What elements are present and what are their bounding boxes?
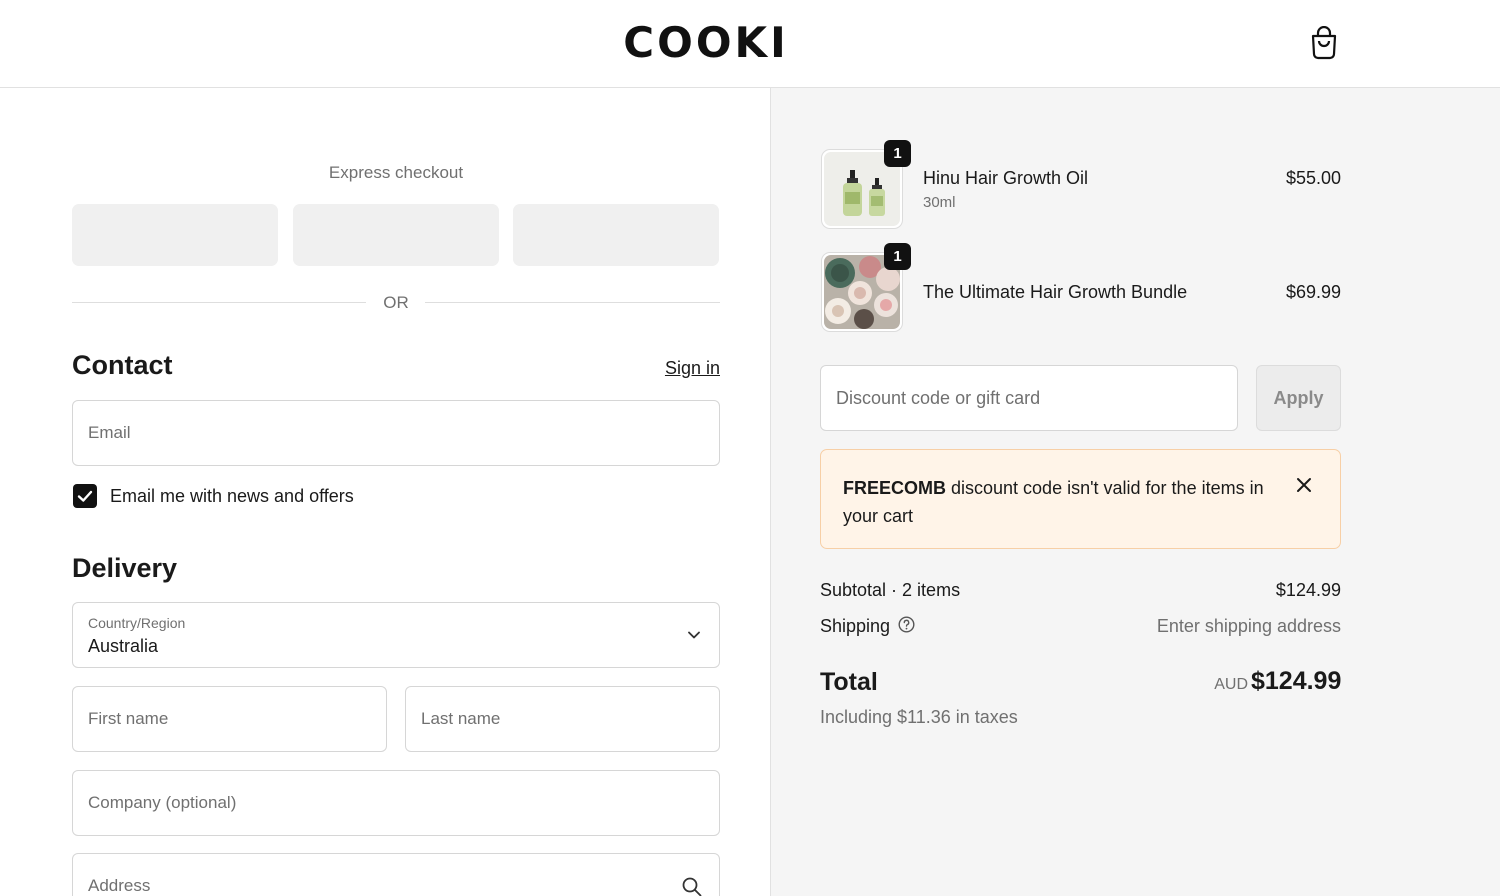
last-name-field[interactable]: Last name xyxy=(405,686,720,752)
discount-error-alert: FREECOMB discount code isn't valid for t… xyxy=(820,449,1341,549)
newsletter-label: Email me with news and offers xyxy=(110,486,354,506)
shipping-label: Shipping xyxy=(820,616,891,636)
discount-code-field[interactable]: Discount code or gift card xyxy=(820,365,1238,431)
order-summary: 1 Hinu Hair Growth Oil 30ml $55.00 1 The… xyxy=(770,88,1500,896)
item-price: $69.99 xyxy=(1285,282,1341,302)
email-placeholder: Email xyxy=(88,423,131,442)
search-icon[interactable] xyxy=(681,876,703,896)
discount-placeholder: Discount code or gift card xyxy=(836,388,1041,408)
apply-label: Apply xyxy=(1273,388,1324,408)
checkmark-icon xyxy=(77,490,93,502)
country-select[interactable]: Country/Region Australia xyxy=(72,602,720,668)
total-label: Total xyxy=(820,668,878,696)
company-field[interactable]: Company (optional) xyxy=(72,770,720,836)
subtotal-label: Subtotal · 2 items xyxy=(820,580,961,600)
express-pay-button-2[interactable] xyxy=(293,204,499,266)
shopping-bag-icon xyxy=(1311,25,1337,60)
taxes-note: Including $11.36 in taxes xyxy=(820,707,1018,727)
address-placeholder: Address xyxy=(88,876,151,895)
first-name-field[interactable]: First name xyxy=(72,686,387,752)
contact-title: Contact xyxy=(72,350,173,380)
cart-button[interactable] xyxy=(1308,25,1340,60)
express-pay-button-3[interactable] xyxy=(513,204,719,266)
checkout-form: Express checkout OR Contact Sign in Emai… xyxy=(0,88,770,896)
delivery-title: Delivery xyxy=(72,553,178,583)
help-icon[interactable] xyxy=(898,616,915,633)
item-name: The Ultimate Hair Growth Bundle xyxy=(923,282,1188,302)
chevron-down-icon xyxy=(688,631,700,639)
store-logo[interactable]: COOKI xyxy=(0,18,1412,67)
express-checkout-title: Express checkout xyxy=(328,163,464,182)
country-value: Australia xyxy=(88,636,159,656)
subtotal-value: $124.99 xyxy=(1275,580,1341,600)
first-name-placeholder: First name xyxy=(88,709,169,728)
express-pay-button-1[interactable] xyxy=(72,204,278,266)
last-name-placeholder: Last name xyxy=(421,709,501,728)
or-label: OR xyxy=(383,293,409,312)
quantity-badge: 1 xyxy=(884,140,911,167)
company-placeholder: Company (optional) xyxy=(88,793,237,812)
divider-line-right xyxy=(425,302,720,303)
country-label: Country/Region xyxy=(88,615,186,631)
discount-error-code: FREECOMB xyxy=(843,478,946,498)
total-amount: $124.99 xyxy=(1251,667,1342,695)
shipping-value: Enter shipping address xyxy=(1156,616,1341,636)
item-name: Hinu Hair Growth Oil xyxy=(923,168,1089,188)
email-field[interactable]: Email xyxy=(72,400,720,466)
product-thumbnail-oil: 1 xyxy=(821,140,911,229)
apply-discount-button[interactable]: Apply xyxy=(1256,365,1341,431)
discount-error-text: FREECOMB discount code isn't valid for t… xyxy=(843,474,1273,530)
item-price: $55.00 xyxy=(1285,168,1341,188)
currency-code: AUD xyxy=(1214,676,1248,693)
header: COOKI xyxy=(0,0,1500,88)
quantity-badge: 1 xyxy=(884,243,911,270)
product-thumbnail-bundle: 1 xyxy=(821,243,911,332)
newsletter-checkbox[interactable] xyxy=(73,484,97,508)
address-field[interactable]: Address xyxy=(72,853,720,896)
or-divider: OR xyxy=(72,291,720,313)
item-variant: 30ml xyxy=(923,194,956,211)
sign-in-link[interactable]: Sign in xyxy=(620,358,720,379)
close-icon[interactable] xyxy=(1293,474,1315,496)
